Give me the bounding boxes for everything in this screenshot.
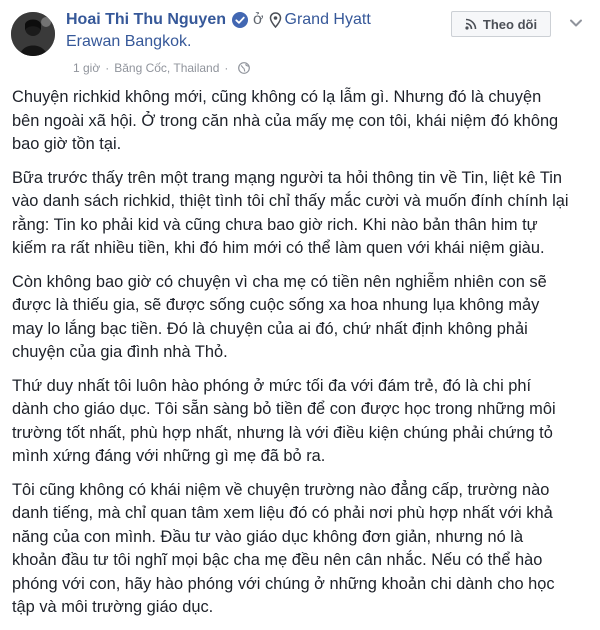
follow-button-label: Theo dõi — [482, 16, 538, 32]
meta-separator: · — [105, 61, 110, 75]
post-paragraph: Thứ duy nhất tôi luôn hào phóng ở mức tố… — [12, 376, 556, 466]
post-body: Chuyện richkid không mới, cũng không có … — [12, 86, 592, 630]
chevron-down-icon — [570, 19, 582, 27]
post-time[interactable]: 1 giờ — [73, 61, 100, 75]
post-paragraph: Tôi cũng không có khái niệm về chuyện tr… — [12, 480, 555, 617]
avatar-image — [11, 12, 55, 56]
post-paragraph: Còn không bao giờ có chuyện vì cha mẹ có… — [12, 272, 547, 362]
post-paragraph: Bữa trước thấy trên một trang mạng người… — [12, 168, 569, 258]
post-header: Hoai Thi Thu Nguyen ở Grand Hyatt Erawan… — [66, 9, 446, 53]
follow-button[interactable]: Theo dõi — [451, 11, 551, 37]
location-pin-icon — [269, 12, 282, 29]
rss-feed-icon — [465, 18, 477, 30]
post-location[interactable]: Băng Cốc, Thailand — [114, 61, 219, 75]
facebook-post: Hoai Thi Thu Nguyen ở Grand Hyatt Erawan… — [0, 0, 600, 616]
is-at-text: ở — [253, 11, 264, 28]
globe-icon[interactable] — [238, 62, 251, 74]
place-link[interactable]: Grand Hyatt — [285, 9, 371, 31]
header-line: Hoai Thi Thu Nguyen ở Grand Hyatt — [66, 9, 446, 31]
place-link-continued[interactable]: Erawan Bangkok. — [66, 31, 446, 53]
avatar[interactable] — [11, 12, 55, 56]
post-meta: 1 giờ · Băng Cốc, Thailand · — [73, 61, 251, 75]
meta-separator: · — [224, 61, 229, 75]
author-name[interactable]: Hoai Thi Thu Nguyen — [66, 9, 226, 31]
verified-badge-icon — [232, 12, 248, 28]
post-paragraph: Chuyện richkid không mới, cũng không có … — [12, 88, 559, 153]
post-options-button[interactable] — [564, 13, 588, 33]
